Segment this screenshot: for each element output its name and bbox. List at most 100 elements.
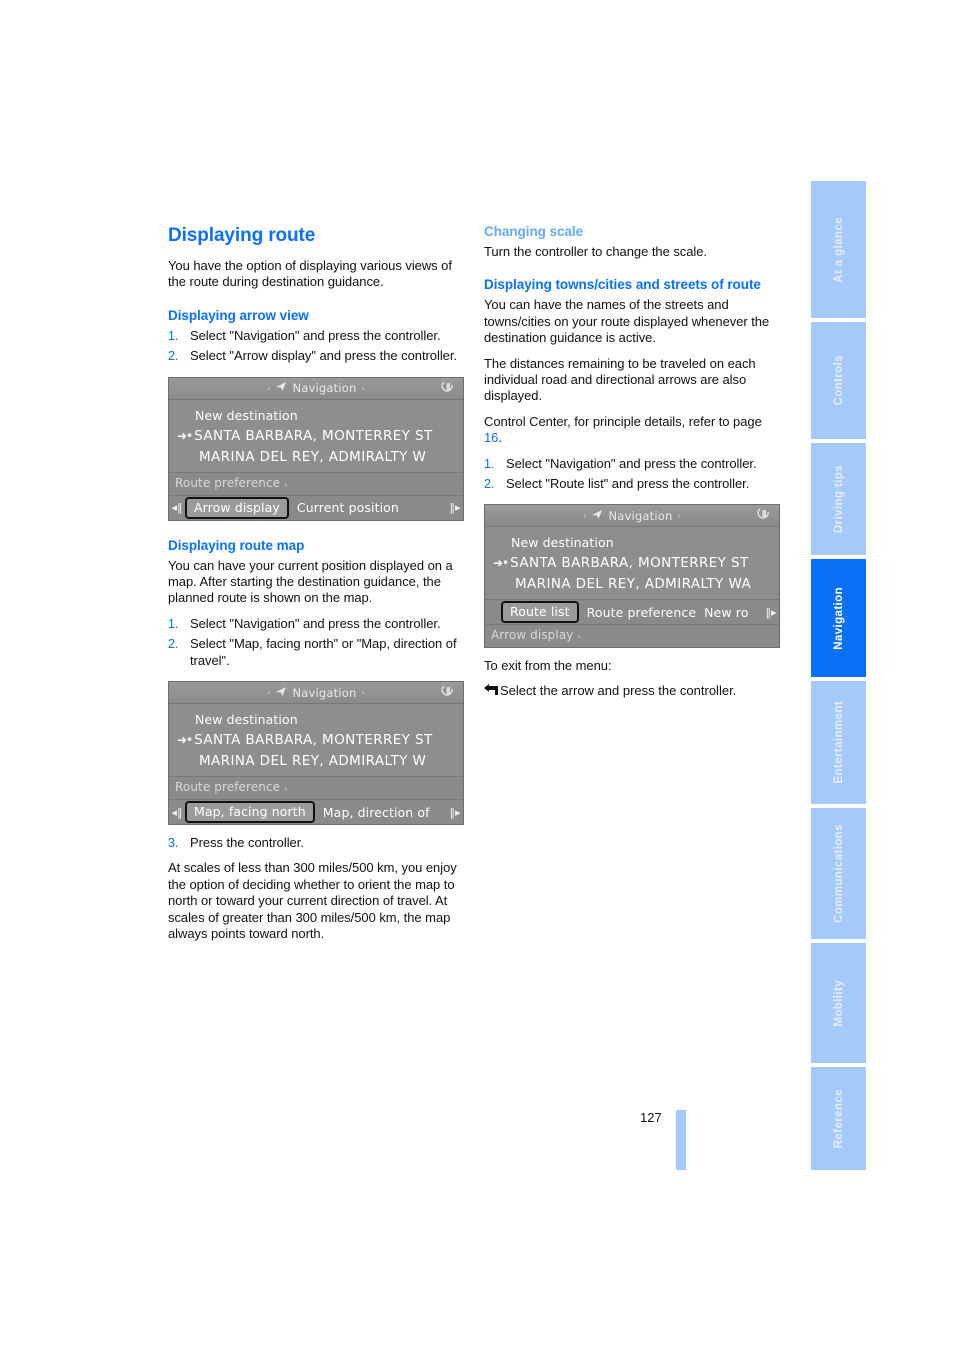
left-text-column: Displaying route You have the option of … — [168, 224, 464, 952]
step-text: Select "Navigation" and press the contro… — [506, 455, 757, 471]
heading-displaying-arrow-view: Displaying arrow view — [168, 307, 309, 323]
reference-text: Control Center, for principle details, r… — [484, 413, 762, 429]
heading-towns-streets: Displaying towns/cities and streets of r… — [484, 277, 761, 293]
header-right-arrow-icon[interactable]: › — [362, 384, 365, 393]
device-selected-option[interactable]: Route list — [501, 601, 579, 624]
step-text: Select "Route list" and press the contro… — [506, 476, 750, 492]
step-number: 1. — [484, 456, 495, 471]
device-option[interactable]: Route preference — [579, 605, 704, 620]
scroll-right-icon[interactable]: ‖▸ — [447, 501, 463, 514]
towns-streets-steps: 1. Select "Navigation" and press the con… — [484, 456, 780, 493]
device-route-preference-item[interactable]: Route preference › — [169, 471, 463, 495]
towns-streets-paragraph-1: You can have the names of the streets an… — [484, 297, 770, 346]
tab-label: Driving tips — [832, 464, 845, 534]
device-list-item[interactable]: New destination — [485, 532, 779, 553]
device-header: ‹ Navigation › — [485, 505, 779, 528]
tab-label: Communications — [832, 824, 845, 923]
scroll-left-icon[interactable]: ◂‖ — [169, 501, 185, 514]
reference-period: . — [498, 430, 502, 446]
device-body: New destination ➜• SANTA BARBARA, MONTERR… — [169, 399, 463, 472]
return-icon[interactable] — [441, 380, 455, 399]
step-text: Select "Navigation" and press the contro… — [190, 327, 441, 343]
device-destination-line-1[interactable]: ➜• SANTA BARBARA, MONTERREY ST — [485, 553, 779, 574]
tab-navigation[interactable]: Navigation — [811, 559, 866, 677]
device-destination-line-1[interactable]: ➜• SANTA BARBARA, MONTERREY ST — [169, 426, 463, 447]
list-item: 2. Select "Route list" and press the con… — [484, 476, 780, 492]
chapter-tab-strip: At a glance Controls Driving tips Naviga… — [811, 181, 866, 1170]
right-text-column: Changing scale Turn the controller to ch… — [484, 224, 780, 699]
tab-label: Controls — [832, 355, 845, 406]
device-destination-line-2[interactable]: MARINA DEL REY, ADMIRALTY W — [169, 751, 463, 772]
route-map-steps: 1. Select "Navigation" and press the con… — [168, 616, 464, 669]
manual-page: Displaying route You have the option of … — [0, 0, 954, 1351]
device-destination-line-2[interactable]: MARINA DEL REY, ADMIRALTY W — [169, 447, 463, 468]
step-number: 1. — [168, 616, 179, 631]
list-item: 3. Press the controller. — [168, 835, 464, 851]
device-option[interactable]: Current position — [289, 500, 407, 515]
device-sub-label: Route preference — [175, 780, 281, 795]
scroll-right-icon[interactable]: ‖▸ — [447, 806, 463, 819]
return-icon[interactable] — [441, 684, 455, 703]
changing-scale-text: Turn the controller to change the scale. — [484, 244, 707, 259]
intro-paragraph: You have the option of displaying variou… — [168, 258, 452, 290]
tab-communications[interactable]: Communications — [811, 808, 866, 939]
device-list-item[interactable]: New destination — [169, 405, 463, 426]
step-number: 3. — [168, 836, 179, 851]
scale-note-paragraph: At scales of less than 300 miles/500 km,… — [168, 860, 457, 942]
back-arrow-icon — [484, 683, 499, 697]
device-option[interactable]: Map, direction of — [315, 805, 438, 820]
tab-at-a-glance[interactable]: At a glance — [811, 181, 866, 318]
header-left-arrow-icon[interactable]: ‹ — [267, 688, 270, 697]
return-icon[interactable] — [757, 507, 771, 526]
device-selected-option[interactable]: Arrow display — [185, 496, 289, 519]
list-item: 2. Select "Map, facing north" or "Map, d… — [168, 636, 464, 669]
tab-mobility[interactable]: Mobility — [811, 943, 866, 1063]
tab-label: At a glance — [832, 216, 845, 283]
page-edge-marker — [676, 1110, 686, 1170]
device-option-bar: ◂‖ Arrow display Current position ‖▸ — [169, 494, 463, 520]
header-right-arrow-icon[interactable]: › — [678, 511, 681, 520]
route-arrow-icon: ➜• — [177, 733, 193, 748]
device-destination-line-2[interactable]: MARINA DEL REY, ADMIRALTY WA — [485, 574, 779, 595]
heading-changing-scale: Changing scale — [484, 224, 584, 239]
step-text: Press the controller. — [190, 835, 304, 851]
destination-text: SANTA BARBARA, MONTERREY ST — [510, 555, 749, 572]
route-arrow-icon: ➜• — [493, 556, 509, 571]
scroll-right-icon[interactable]: ‖▸ — [763, 606, 779, 619]
device-option-bar: ◂‖ Map, facing north Map, direction of ‖… — [169, 799, 463, 825]
tab-entertainment[interactable]: Entertainment — [811, 681, 866, 804]
tab-controls[interactable]: Controls — [811, 322, 866, 439]
exit-menu-text: Select the arrow and press the controlle… — [500, 682, 737, 698]
tab-driving-tips[interactable]: Driving tips — [811, 443, 866, 555]
device-selected-option[interactable]: Map, facing north — [185, 801, 315, 824]
header-left-arrow-icon[interactable]: ‹ — [267, 384, 270, 393]
device-list-item[interactable]: New destination — [169, 709, 463, 730]
step-number: 2. — [484, 477, 495, 492]
header-left-arrow-icon[interactable]: ‹ — [583, 511, 586, 520]
navigation-arrow-icon — [591, 509, 604, 523]
route-map-step3: 3. Press the controller. — [168, 835, 464, 851]
step-text: Select "Arrow display" and press the con… — [190, 348, 457, 364]
device-option-truncated[interactable]: New ro — [704, 605, 756, 620]
header-right-arrow-icon[interactable]: › — [362, 688, 365, 697]
tab-label: Navigation — [832, 586, 845, 650]
device-body: New destination ➜• SANTA BARBARA, MONTERR… — [169, 704, 463, 777]
device-arrow-display-item[interactable]: Arrow display › — [485, 624, 779, 648]
device-header: ‹ Navigation › — [169, 377, 463, 400]
device-route-preference-item[interactable]: Route preference › — [169, 776, 463, 800]
scroll-left-icon[interactable]: ◂‖ — [169, 806, 185, 819]
chevron-right-icon: › — [284, 784, 288, 794]
tab-reference[interactable]: Reference — [811, 1067, 866, 1170]
device-header: ‹ Navigation › — [169, 682, 463, 705]
page-reference-link[interactable]: 16 — [484, 430, 498, 445]
device-sub-label: Route preference — [175, 475, 281, 490]
tab-label: Reference — [832, 1088, 845, 1149]
destination-text: SANTA BARBARA, MONTERREY ST — [194, 732, 433, 749]
list-item: 2. Select "Arrow display" and press the … — [168, 348, 464, 364]
page-number: 127 — [640, 1110, 662, 1125]
step-text: Select "Map, facing north" or "Map, dire… — [190, 636, 457, 668]
device-header-label: Navigation — [292, 381, 357, 396]
list-item: 1. Select "Navigation" and press the con… — [168, 616, 464, 632]
arrow-view-steps: 1. Select "Navigation" and press the con… — [168, 328, 464, 365]
device-destination-line-1[interactable]: ➜• SANTA BARBARA, MONTERREY ST — [169, 730, 463, 751]
